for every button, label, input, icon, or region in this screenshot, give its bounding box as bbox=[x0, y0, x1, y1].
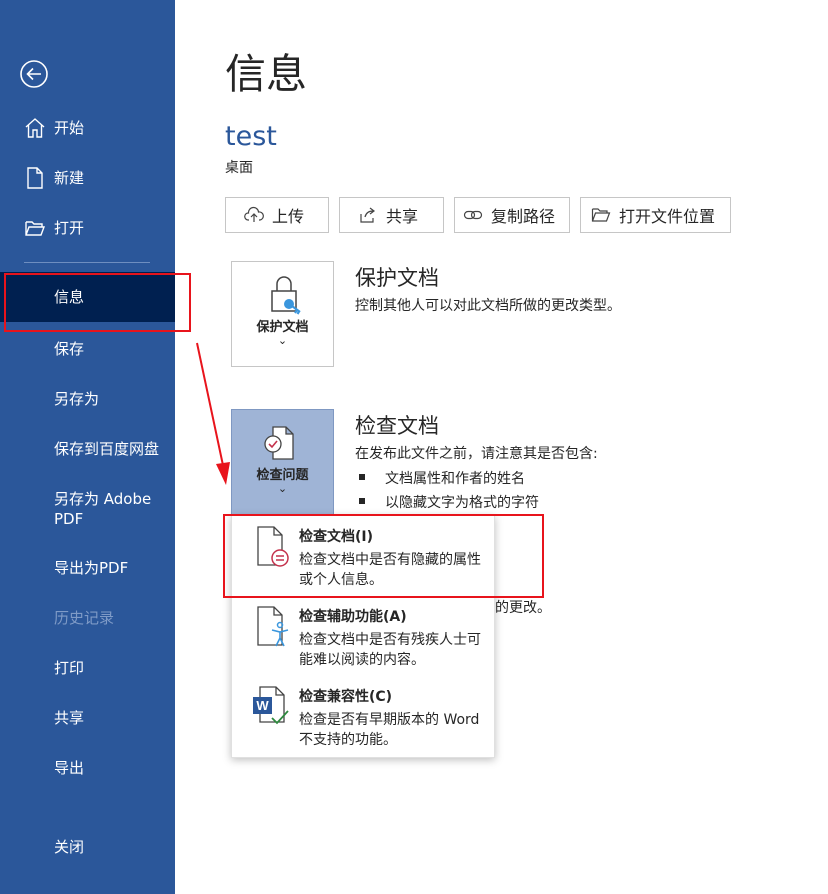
menu-check-accessibility[interactable]: 检查辅助功能(A) 检查文档中是否有残疾人士可能难以阅读的内容。 bbox=[232, 596, 494, 674]
nav-save-adobe-pdf[interactable]: 另存为 Adobe PDF bbox=[0, 487, 175, 533]
open-file-location-button[interactable]: 打开文件位置 bbox=[580, 197, 731, 233]
protect-document-description: 控制其他人可以对此文档所做的更改类型。 bbox=[355, 298, 621, 314]
nav-new[interactable]: 新建 bbox=[0, 166, 175, 214]
nav-export[interactable]: 导出 bbox=[0, 756, 175, 804]
nav-open-label: 打开 bbox=[54, 219, 85, 237]
nav-print-label: 打印 bbox=[54, 659, 85, 677]
inspect-bullet-text: 以隐藏文字为格式的字符 bbox=[385, 495, 539, 511]
nav-save-as[interactable]: 另存为 bbox=[0, 387, 175, 435]
protect-document-title: 保护文档 bbox=[355, 266, 439, 290]
nav-save-as-label: 另存为 bbox=[54, 390, 100, 408]
nav-share[interactable]: 共享 bbox=[0, 706, 175, 754]
link-icon bbox=[463, 210, 483, 220]
nav-home-label: 开始 bbox=[54, 119, 85, 137]
nav-export-label: 导出 bbox=[54, 759, 85, 777]
check-issues-tile[interactable]: 检查问题 ⌄ bbox=[231, 409, 334, 515]
menu-check-compatibility-description: 检查是否有早期版本的 Word 不支持的功能。 bbox=[299, 712, 480, 748]
nav-divider bbox=[24, 262, 150, 263]
protect-document-tile-label: 保护文档 bbox=[256, 320, 309, 335]
open-file-location-button-label: 打开文件位置 bbox=[619, 207, 716, 226]
word-compatibility-icon: W bbox=[253, 686, 289, 725]
nav-share-label: 共享 bbox=[54, 709, 85, 727]
inspect-bullet-text: 文档属性和作者的姓名 bbox=[385, 471, 525, 487]
nav-open[interactable]: 打开 bbox=[0, 216, 175, 264]
nav-save-adobe-pdf-label: 另存为 Adobe PDF bbox=[54, 490, 152, 528]
inspect-bullet: 文档属性和作者的姓名 bbox=[359, 468, 525, 488]
inspect-bullet: 以隐藏文字为格式的字符 bbox=[359, 492, 539, 512]
nav-print[interactable]: 打印 bbox=[0, 656, 175, 704]
backstage-sidebar: 开始 新建 打开 信息 保存 另存为 保存到百度网盘 另存为 Adobe PDF… bbox=[0, 0, 175, 894]
nav-home[interactable]: 开始 bbox=[0, 116, 175, 164]
upload-button[interactable]: 上传 bbox=[225, 197, 329, 233]
back-arrow-icon[interactable] bbox=[19, 59, 49, 89]
inspect-document-description: 在发布此文件之前，请注意其是否包含: bbox=[355, 446, 598, 462]
info-panel: 信息 test 桌面 上传 共享 复制路径 打开文件位置 保护文档 ⌄ 保护文档… bbox=[175, 0, 828, 894]
home-icon bbox=[25, 118, 45, 138]
nav-save-baidu[interactable]: 保存到百度网盘 bbox=[0, 437, 175, 485]
document-location: 桌面 bbox=[225, 160, 253, 176]
copy-path-button[interactable]: 复制路径 bbox=[454, 197, 570, 233]
menu-check-accessibility-description: 检查文档中是否有残疾人士可能难以阅读的内容。 bbox=[299, 632, 481, 668]
nav-export-pdf[interactable]: 导出为PDF bbox=[0, 556, 175, 604]
nav-close-label: 关闭 bbox=[54, 838, 85, 856]
nav-new-label: 新建 bbox=[54, 169, 85, 187]
occluded-text-fragment: 的更改。 bbox=[495, 600, 551, 616]
nav-export-pdf-label: 导出为PDF bbox=[54, 559, 129, 577]
menu-check-compatibility-title: 检查兼容性(C) bbox=[299, 689, 393, 705]
annotation-box-info bbox=[4, 273, 191, 332]
menu-check-compatibility[interactable]: W 检查兼容性(C) 检查是否有早期版本的 Word 不支持的功能。 bbox=[232, 676, 494, 754]
svg-text:W: W bbox=[256, 698, 269, 713]
accessibility-icon bbox=[257, 606, 289, 647]
lock-key-icon bbox=[271, 276, 301, 315]
nav-save-baidu-label: 保存到百度网盘 bbox=[54, 440, 160, 458]
share-button[interactable]: 共享 bbox=[339, 197, 444, 233]
share-icon bbox=[360, 207, 375, 223]
annotation-arrow bbox=[196, 342, 230, 485]
chevron-down-icon: ⌄ bbox=[277, 482, 288, 495]
upload-cloud-icon bbox=[244, 206, 264, 222]
inspect-document-title: 检查文档 bbox=[355, 414, 439, 438]
chevron-down-icon: ⌄ bbox=[277, 334, 288, 347]
new-document-icon bbox=[27, 167, 43, 189]
annotation-box-inspect bbox=[223, 514, 544, 598]
upload-button-label: 上传 bbox=[272, 207, 305, 226]
open-folder-icon bbox=[25, 221, 46, 236]
inspect-issues-icon bbox=[264, 426, 294, 460]
nav-save[interactable]: 保存 bbox=[0, 337, 175, 385]
check-issues-tile-label: 检查问题 bbox=[256, 468, 309, 483]
nav-close[interactable]: 关闭 bbox=[0, 835, 175, 883]
nav-history-label: 历史记录 bbox=[54, 609, 115, 627]
folder-open-icon bbox=[591, 208, 611, 222]
nav-save-label: 保存 bbox=[54, 340, 85, 358]
copy-path-button-label: 复制路径 bbox=[491, 207, 556, 226]
document-name: test bbox=[225, 121, 277, 152]
page-title: 信息 bbox=[225, 50, 307, 98]
nav-history: 历史记录 bbox=[0, 606, 175, 654]
menu-check-accessibility-title: 检查辅助功能(A) bbox=[299, 609, 407, 625]
protect-document-tile[interactable]: 保护文档 ⌄ bbox=[231, 261, 334, 367]
share-button-label: 共享 bbox=[386, 207, 419, 226]
